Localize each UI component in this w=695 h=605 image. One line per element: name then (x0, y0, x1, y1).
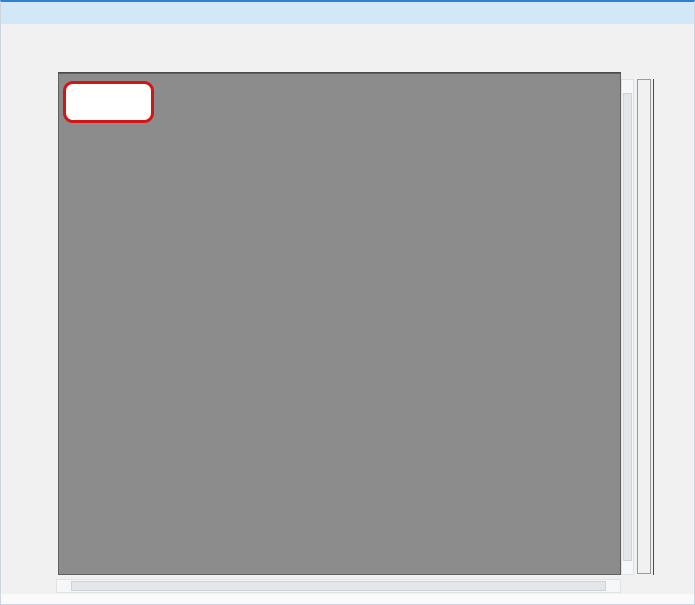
bottom-margin (1, 594, 694, 605)
horizontal-scrollbar[interactable] (56, 579, 621, 593)
time-axis-title (3, 297, 15, 345)
seismic-plot-area[interactable] (58, 73, 621, 575)
amplitude-colorbar (637, 79, 651, 574)
scroll-left-arrow[interactable] (58, 580, 70, 592)
title-bar (1, 2, 694, 24)
vertical-scrollbar[interactable] (621, 79, 634, 575)
scroll-down-arrow[interactable] (622, 562, 633, 574)
seismic-image-canvas[interactable] (59, 74, 620, 574)
horizontal-scroll-thumb[interactable] (71, 581, 606, 591)
vertical-scroll-thumb[interactable] (623, 93, 632, 561)
scroll-right-arrow[interactable] (607, 580, 619, 592)
scroll-up-arrow[interactable] (622, 80, 633, 92)
stack-inline-window (0, 0, 695, 605)
colorbar-axis-line (653, 79, 654, 575)
before-annotation-badge (63, 81, 154, 123)
